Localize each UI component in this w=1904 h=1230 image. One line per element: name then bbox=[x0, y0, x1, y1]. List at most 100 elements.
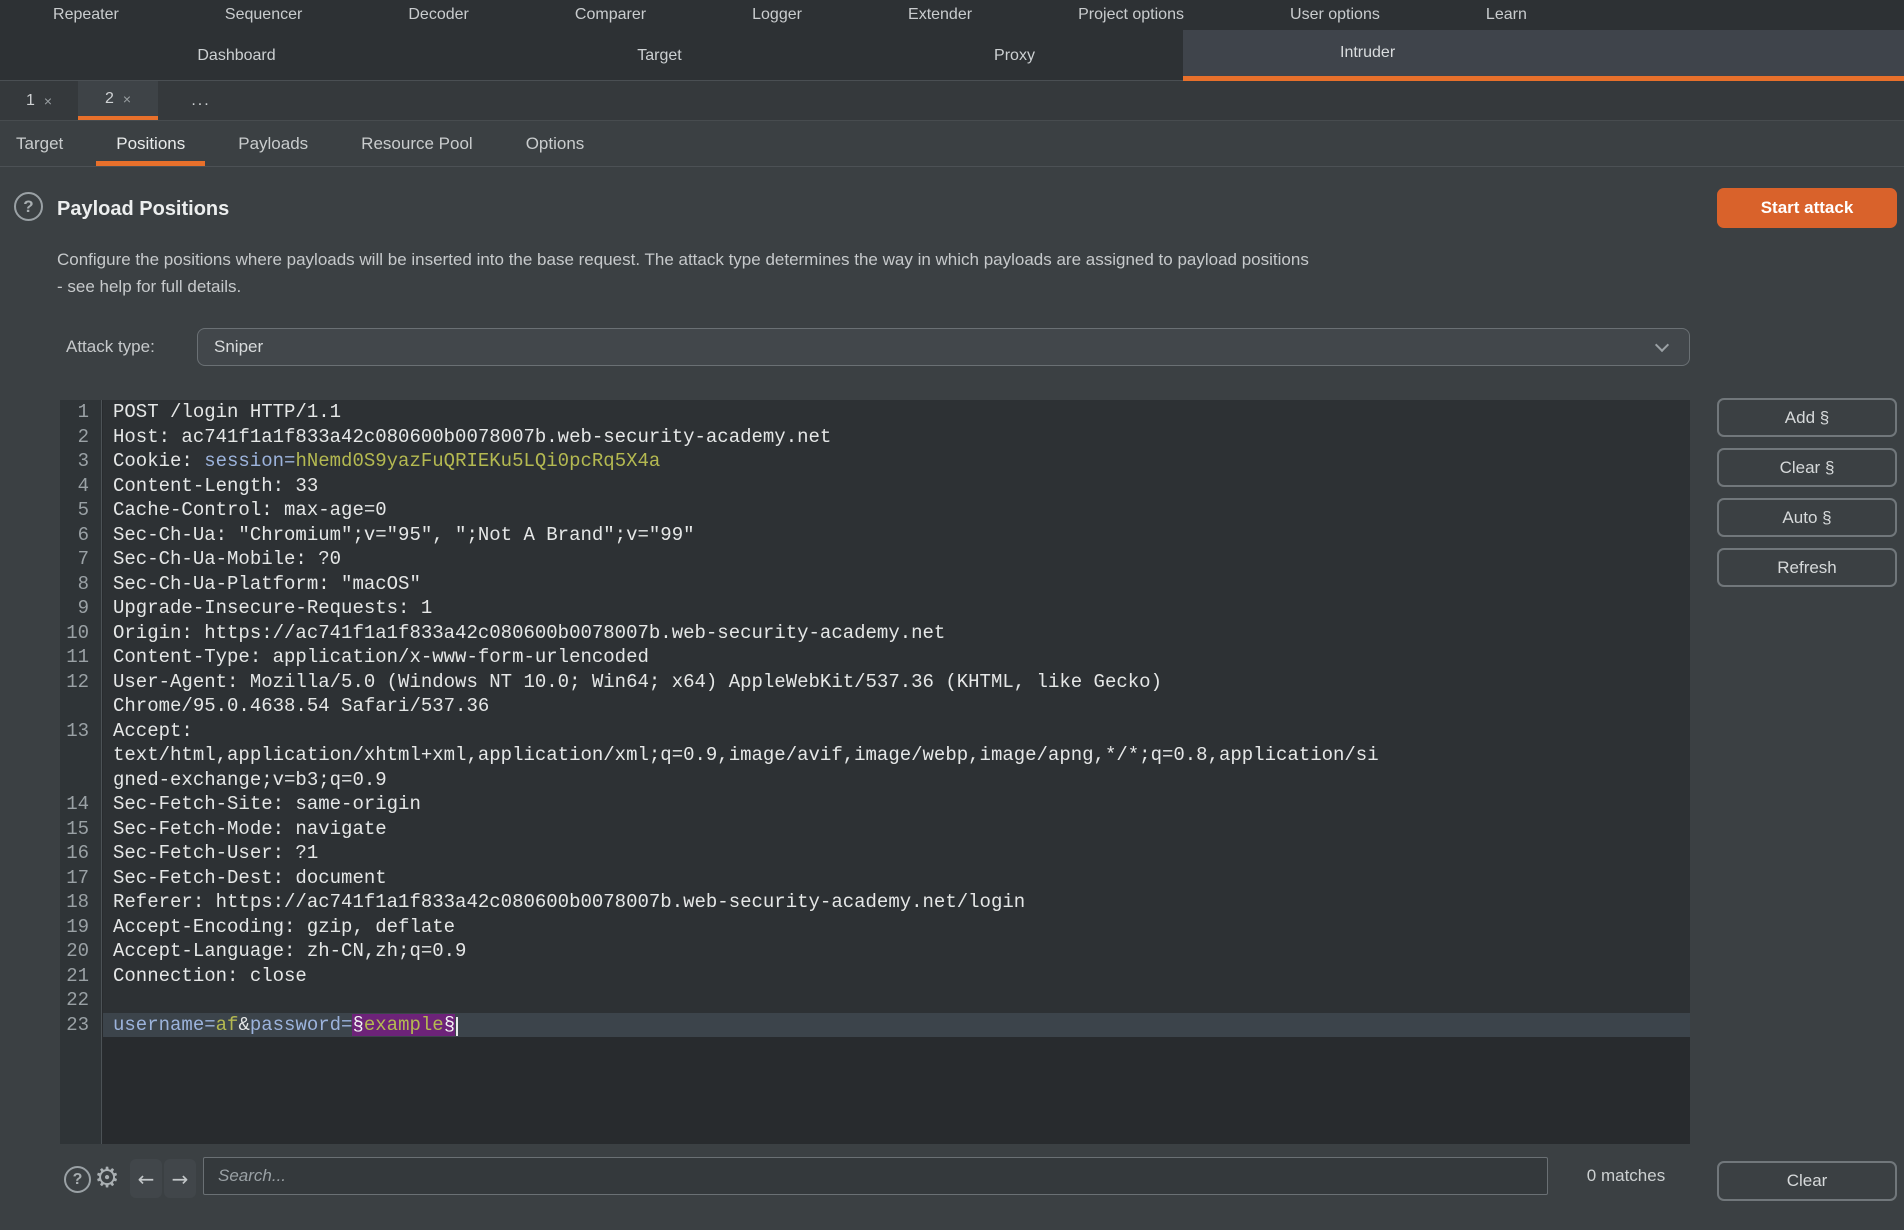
line-text: Cache-Control: max-age=0 bbox=[103, 498, 1690, 523]
code-line-20[interactable]: 20Accept-Language: zh-CN,zh;q=0.9 bbox=[60, 939, 1690, 964]
line-number: 15 bbox=[60, 817, 103, 842]
subtab-target[interactable]: Target bbox=[16, 121, 63, 166]
module-tab-intruder[interactable]: Intruder bbox=[1183, 30, 1904, 81]
close-icon[interactable]: × bbox=[123, 91, 131, 107]
description-line-1: Configure the positions where payloads w… bbox=[57, 246, 1309, 273]
line-text: Content-Type: application/x-www-form-url… bbox=[103, 645, 1690, 670]
close-icon[interactable]: × bbox=[44, 93, 52, 109]
subtab-positions[interactable]: Positions bbox=[116, 121, 185, 166]
arrow-right-icon: → bbox=[172, 1167, 189, 1191]
intruder-subtabs: Target Positions Payloads Resource Pool Opti… bbox=[0, 121, 1904, 167]
line-number: 3 bbox=[60, 449, 103, 474]
code-line-13[interactable]: 13Accept: bbox=[60, 719, 1690, 744]
menu-item-user-options[interactable]: User options bbox=[1290, 6, 1380, 24]
menu-item-sequencer[interactable]: Sequencer bbox=[225, 6, 302, 24]
add-section-button[interactable]: Add § bbox=[1717, 398, 1897, 437]
subtab-options[interactable]: Options bbox=[526, 121, 585, 166]
subtab-payloads[interactable]: Payloads bbox=[238, 121, 308, 166]
attack-tab-1[interactable]: 1× bbox=[0, 81, 78, 120]
line-text: Sec-Ch-Ua-Platform: "macOS" bbox=[103, 572, 1690, 597]
search-input[interactable] bbox=[203, 1157, 1548, 1195]
line-text: text/html,application/xhtml+xml,applicat… bbox=[103, 743, 1690, 768]
module-tab-proxy[interactable]: Proxy bbox=[846, 30, 1183, 81]
code-line-12[interactable]: 12User-Agent: Mozilla/5.0 (Windows NT 10… bbox=[60, 670, 1690, 695]
search-help-icon[interactable]: ? bbox=[64, 1166, 91, 1193]
code-line-wrap[interactable]: gned-exchange;v=b3;q=0.9 bbox=[60, 768, 1690, 793]
gear-icon[interactable]: ⚙ bbox=[90, 1158, 124, 1198]
code-line-22[interactable]: 22 bbox=[60, 988, 1690, 1013]
code-line-7[interactable]: 7Sec-Ch-Ua-Mobile: ?0 bbox=[60, 547, 1690, 572]
line-text: Accept-Language: zh-CN,zh;q=0.9 bbox=[103, 939, 1690, 964]
auto-section-button[interactable]: Auto § bbox=[1717, 498, 1897, 537]
module-tab-target[interactable]: Target bbox=[473, 30, 846, 81]
code-line-14[interactable]: 14Sec-Fetch-Site: same-origin bbox=[60, 792, 1690, 817]
code-line-2[interactable]: 2Host: ac741f1a1f833a42c080600b0078007b.… bbox=[60, 425, 1690, 450]
search-clear-button[interactable]: Clear bbox=[1717, 1161, 1897, 1201]
line-number: 7 bbox=[60, 547, 103, 572]
line-text: Content-Length: 33 bbox=[103, 474, 1690, 499]
code-line-wrap[interactable]: Chrome/95.0.4638.54 Safari/537.36 bbox=[60, 694, 1690, 719]
menu-item-learn[interactable]: Learn bbox=[1486, 6, 1527, 24]
code-line-11[interactable]: 11Content-Type: application/x-www-form-u… bbox=[60, 645, 1690, 670]
code-line-8[interactable]: 8Sec-Ch-Ua-Platform: "macOS" bbox=[60, 572, 1690, 597]
code-line-wrap[interactable]: text/html,application/xhtml+xml,applicat… bbox=[60, 743, 1690, 768]
code-line-4[interactable]: 4Content-Length: 33 bbox=[60, 474, 1690, 499]
code-line-3[interactable]: 3Cookie: session=hNemd0S9yazFuQRIEKu5LQi… bbox=[60, 449, 1690, 474]
line-number: 18 bbox=[60, 890, 103, 915]
code-line-16[interactable]: 16Sec-Fetch-User: ?1 bbox=[60, 841, 1690, 866]
start-attack-button[interactable]: Start attack bbox=[1717, 188, 1897, 228]
attack-tab-2[interactable]: 2× bbox=[78, 81, 158, 120]
module-tabbar: DashboardTargetProxyIntruder bbox=[0, 30, 1904, 81]
code-line-5[interactable]: 5Cache-Control: max-age=0 bbox=[60, 498, 1690, 523]
code-line-23[interactable]: 23username=af&password=§example§ bbox=[60, 1013, 1690, 1038]
clear-section-button[interactable]: Clear § bbox=[1717, 448, 1897, 487]
code-line-6[interactable]: 6Sec-Ch-Ua: "Chromium";v="95", ";Not A B… bbox=[60, 523, 1690, 548]
attack-tab-label: 2 bbox=[105, 90, 114, 108]
code-line-1[interactable]: 1POST /login HTTP/1.1 bbox=[60, 400, 1690, 425]
line-number: 14 bbox=[60, 792, 103, 817]
menu-item-logger[interactable]: Logger bbox=[752, 6, 802, 24]
line-number: 13 bbox=[60, 719, 103, 744]
previous-match-button[interactable]: ← bbox=[130, 1159, 162, 1198]
attack-type-value: Sniper bbox=[214, 337, 263, 356]
subtab-resource-pool[interactable]: Resource Pool bbox=[361, 121, 473, 166]
line-number: 16 bbox=[60, 841, 103, 866]
code-line-15[interactable]: 15Sec-Fetch-Mode: navigate bbox=[60, 817, 1690, 842]
code-line-9[interactable]: 9Upgrade-Insecure-Requests: 1 bbox=[60, 596, 1690, 621]
line-text: Sec-Ch-Ua: "Chromium";v="95", ";Not A Br… bbox=[103, 523, 1690, 548]
line-text: Sec-Ch-Ua-Mobile: ?0 bbox=[103, 547, 1690, 572]
refresh-button[interactable]: Refresh bbox=[1717, 548, 1897, 587]
request-editor[interactable]: 1POST /login HTTP/1.12Host: ac741f1a1f83… bbox=[60, 400, 1690, 1144]
code-line-21[interactable]: 21Connection: close bbox=[60, 964, 1690, 989]
line-number bbox=[60, 768, 103, 793]
menu-item-extender[interactable]: Extender bbox=[908, 6, 972, 24]
line-text: Sec-Fetch-Mode: navigate bbox=[103, 817, 1690, 842]
code-line-19[interactable]: 19Accept-Encoding: gzip, deflate bbox=[60, 915, 1690, 940]
code-line-18[interactable]: 18Referer: https://ac741f1a1f833a42c0806… bbox=[60, 890, 1690, 915]
module-tab-dashboard[interactable]: Dashboard bbox=[0, 30, 473, 81]
code-line-10[interactable]: 10Origin: https://ac741f1a1f833a42c08060… bbox=[60, 621, 1690, 646]
section-help-icon[interactable]: ? bbox=[14, 192, 43, 221]
line-number bbox=[60, 694, 103, 719]
menu-item-repeater[interactable]: Repeater bbox=[53, 6, 119, 24]
line-text: Sec-Fetch-User: ?1 bbox=[103, 841, 1690, 866]
payload-marker: § bbox=[444, 1014, 455, 1036]
menu-item-comparer[interactable]: Comparer bbox=[575, 6, 646, 24]
code-line-17[interactable]: 17Sec-Fetch-Dest: document bbox=[60, 866, 1690, 891]
line-text: Sec-Fetch-Site: same-origin bbox=[103, 792, 1690, 817]
line-number: 12 bbox=[60, 670, 103, 695]
line-text: Connection: close bbox=[103, 964, 1690, 989]
line-number: 5 bbox=[60, 498, 103, 523]
payload-marker: § bbox=[352, 1014, 363, 1036]
line-text: Accept: bbox=[103, 719, 1690, 744]
line-text: Host: ac741f1a1f833a42c080600b0078007b.w… bbox=[103, 425, 1690, 450]
menu-item-decoder[interactable]: Decoder bbox=[408, 6, 468, 24]
attack-type-dropdown[interactable]: Sniper bbox=[197, 328, 1690, 366]
attack-tabbar: 1×2×... bbox=[0, 81, 1904, 121]
menu-item-project-options[interactable]: Project options bbox=[1078, 6, 1184, 24]
line-number: 1 bbox=[60, 400, 103, 425]
next-match-button[interactable]: → bbox=[164, 1159, 196, 1198]
attack-tab-more[interactable]: ... bbox=[166, 81, 236, 120]
page-title: Payload Positions bbox=[57, 192, 229, 226]
line-text: username=af&password=§example§ bbox=[103, 1013, 1690, 1038]
